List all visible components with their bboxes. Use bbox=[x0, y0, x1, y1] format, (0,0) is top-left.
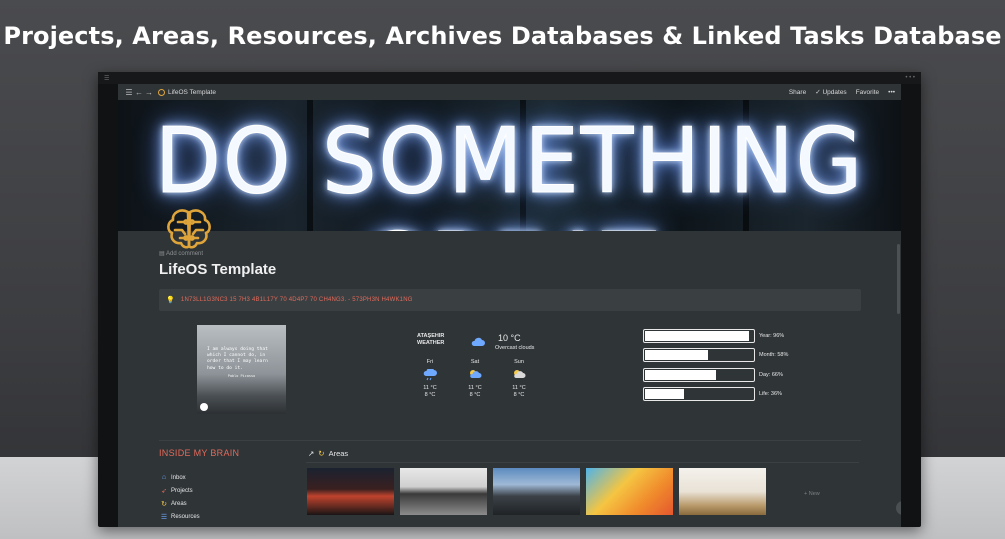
progress-track bbox=[643, 328, 755, 343]
scrollbar[interactable] bbox=[897, 244, 900, 314]
page-content: ▤ Add comment LifeOS Template 💡 1N73LL1G… bbox=[159, 244, 861, 527]
current-temp: 10 °C bbox=[498, 333, 521, 343]
progress-fill bbox=[645, 350, 708, 361]
top-bar: ☰ ← → LifeOS Template Share ✓ Updates Fa… bbox=[118, 84, 901, 100]
progress-row-day: Day: 66% bbox=[643, 365, 823, 385]
gallery-card[interactable] bbox=[400, 468, 487, 515]
more-options-button[interactable]: ••• bbox=[888, 89, 895, 96]
monitor-frame: ☰ • • • ☰ ← → LifeOS Template Share ✓ Up… bbox=[98, 72, 921, 527]
areas-gallery: + New bbox=[306, 462, 859, 522]
gallery-card[interactable] bbox=[679, 468, 766, 515]
day-name: Sat bbox=[470, 359, 480, 365]
forecast-day: Sat 11 °C 8 °C bbox=[460, 359, 490, 398]
areas-title: Areas bbox=[328, 449, 349, 458]
progress-fill bbox=[645, 389, 684, 400]
add-comment-button[interactable]: ▤ Add comment bbox=[159, 250, 861, 257]
forward-arrow-icon[interactable]: → bbox=[144, 88, 154, 97]
widgets-row: I am always doing that which I cannot do… bbox=[159, 325, 861, 425]
inbox-icon: ⌂ bbox=[161, 474, 167, 481]
brain-section: INSIDE MY BRAIN ⌂ Inbox ➶ Projects ↻ Are… bbox=[159, 440, 861, 527]
weather-widget[interactable]: ATAŞEHIR WEATHER 10 °C Overcast clouds F… bbox=[413, 333, 553, 418]
day-low: 8 °C bbox=[424, 391, 436, 398]
new-card-button[interactable]: + New bbox=[804, 491, 820, 497]
section-title: INSIDE MY BRAIN bbox=[159, 448, 240, 458]
rain-cloud-icon bbox=[415, 367, 445, 383]
updates-button[interactable]: ✓ Updates bbox=[815, 88, 846, 96]
lightbulb-icon: 💡 bbox=[166, 297, 175, 304]
progress-fill bbox=[645, 369, 717, 380]
day-low: 8 °C bbox=[469, 391, 481, 398]
cloud-icon bbox=[471, 337, 485, 349]
updates-label: Updates bbox=[822, 89, 847, 96]
brain-nav: ⌂ Inbox ➶ Projects ↻ Areas ☰ Resources bbox=[160, 471, 200, 523]
quote-author: Pablo Picasso bbox=[227, 373, 256, 378]
progress-label: Year: 96% bbox=[759, 332, 785, 339]
share-button[interactable]: Share bbox=[789, 89, 806, 96]
weather-label: WEATHER bbox=[417, 339, 445, 346]
sun-cloud-icon bbox=[504, 367, 534, 383]
progress-track bbox=[643, 348, 755, 363]
brain-icon bbox=[158, 88, 165, 96]
progress-label: Life: 36% bbox=[759, 391, 782, 398]
weather-city: ATAŞEHIR bbox=[417, 333, 445, 339]
check-icon: ✓ bbox=[815, 89, 821, 96]
current-desc: Overcast clouds bbox=[495, 345, 535, 351]
day-name: Fri bbox=[426, 359, 434, 365]
gallery-card[interactable] bbox=[493, 468, 580, 515]
window-controls-icon: • • • bbox=[905, 75, 915, 81]
nav-label: Areas bbox=[171, 500, 187, 507]
cover-neon-text: DO SOMETHING GREAT bbox=[154, 108, 865, 231]
nav-item-inbox[interactable]: ⌂ Inbox bbox=[160, 471, 200, 484]
nav-label: Projects bbox=[171, 487, 193, 494]
breadcrumb[interactable]: LifeOS Template bbox=[158, 88, 216, 96]
quote-text: I am always doing that which I cannot do… bbox=[207, 347, 268, 371]
forecast-day: Sun 11 °C 8 °C bbox=[504, 359, 534, 398]
progress-label: Month: 58% bbox=[759, 352, 789, 359]
nav-label: Inbox bbox=[171, 474, 186, 481]
progress-track bbox=[643, 367, 755, 382]
progress-row-month: Month: 58% bbox=[643, 346, 823, 366]
nav-item-projects[interactable]: ➶ Projects bbox=[160, 484, 200, 497]
nav-item-areas[interactable]: ↻ Areas bbox=[160, 497, 200, 510]
day-name: Sun bbox=[514, 359, 524, 365]
forecast-day: Fri 11 °C 8 °C bbox=[415, 359, 445, 398]
back-arrow-icon[interactable]: ← bbox=[134, 88, 144, 97]
rocket-icon: ➶ bbox=[161, 487, 167, 495]
page-title[interactable]: LifeOS Template bbox=[159, 261, 861, 278]
gallery-card[interactable] bbox=[307, 468, 394, 515]
quote-callout[interactable]: 💡 1N73LL1G3NC3 15 7H3 4B1L17Y 70 4D4P7 7… bbox=[159, 289, 861, 311]
breadcrumb-page: LifeOS Template bbox=[168, 88, 216, 96]
list-icon: ☰ bbox=[160, 513, 168, 521]
callout-text: 1N73LL1G3NC3 15 7H3 4B1L17Y 70 4D4P7 70 … bbox=[180, 297, 413, 303]
os-title-strip: ☰ • • • bbox=[98, 72, 921, 84]
refresh-icon: ↻ bbox=[318, 449, 325, 458]
progress-track bbox=[643, 387, 755, 402]
link-arrow-icon: ↗ bbox=[308, 449, 315, 458]
refresh-icon: ↻ bbox=[161, 500, 167, 508]
sidebar-toggle-icon[interactable]: ☰ bbox=[124, 88, 134, 97]
gallery-card[interactable] bbox=[586, 468, 673, 515]
progress-fill bbox=[645, 330, 749, 341]
nav-item-resources[interactable]: ☰ Resources bbox=[160, 510, 200, 523]
progress-label: Day: 66% bbox=[759, 371, 783, 378]
areas-link[interactable]: ↗ ↻ Areas bbox=[308, 449, 348, 458]
menu-icon: ☰ bbox=[104, 75, 110, 82]
progress-widget[interactable]: Year: 96% Month: 58% Day: 66% Life: 36% bbox=[643, 326, 823, 404]
progress-row-life: Life: 36% bbox=[643, 385, 823, 405]
nav-label: Resources bbox=[171, 513, 200, 520]
sun-cloud-rain-icon bbox=[460, 367, 490, 383]
quote-widget[interactable]: I am always doing that which I cannot do… bbox=[197, 325, 286, 414]
day-low: 8 °C bbox=[513, 391, 525, 398]
favorite-button[interactable]: Favorite bbox=[856, 89, 879, 96]
comment-icon: ▤ bbox=[159, 251, 165, 257]
notion-window: ☰ ← → LifeOS Template Share ✓ Updates Fa… bbox=[118, 84, 901, 527]
headline: Projects, Areas, Resources, Archives Dat… bbox=[3, 22, 1002, 50]
add-comment-label: Add comment bbox=[166, 251, 204, 257]
progress-row-year: Year: 96% bbox=[643, 326, 823, 346]
widget-logo-icon bbox=[200, 403, 208, 411]
help-button[interactable]: ? bbox=[896, 501, 901, 515]
cover-image: DO SOMETHING GREAT bbox=[118, 100, 901, 231]
